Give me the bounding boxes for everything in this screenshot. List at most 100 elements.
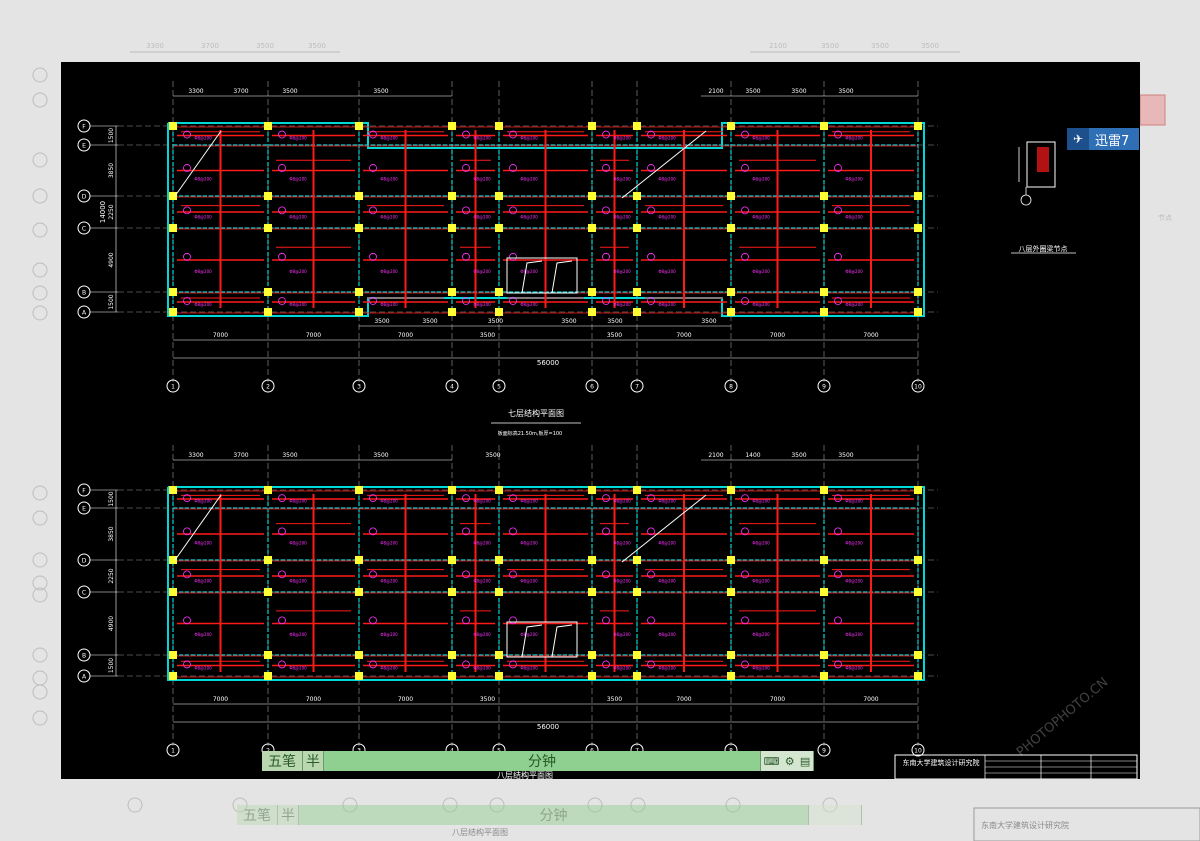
top-dimension-label: 3500 [485, 452, 500, 459]
ghost-dim-label: 3700 [201, 42, 219, 50]
column [820, 556, 828, 564]
bottom-dimension-label: 7000 [676, 332, 691, 339]
ghost-detail-caption: 节点 [1158, 214, 1172, 222]
top-dimension-label: 3300 [188, 88, 203, 95]
slab-mark [369, 206, 377, 215]
bottom-plan-total-dimension: 56000 [537, 723, 559, 731]
slab-mark [741, 297, 749, 305]
rebar-label: Φ8@200 [289, 269, 307, 274]
rebar-label: Φ8@200 [752, 135, 770, 140]
xunlei-bird-icon: ✈ [1067, 128, 1089, 150]
column [355, 122, 363, 130]
ime-half-ghost: 半 [278, 805, 299, 825]
rebar-label: Φ8@200 [473, 177, 491, 182]
column-axis-label: 10 [914, 384, 922, 391]
column [448, 308, 456, 316]
eave-detail-node [1011, 141, 1076, 254]
left-dimension-label: 1500 [108, 658, 115, 673]
column [355, 308, 363, 316]
column-axis-label: 6 [590, 384, 594, 391]
column [169, 308, 177, 316]
slab-mark [462, 206, 470, 215]
row-axis-label: A [82, 674, 87, 681]
column [495, 588, 503, 596]
rebar-label: Φ8@200 [752, 540, 770, 545]
ime-mode-button[interactable]: 五笔 [262, 751, 303, 771]
rebar-label: Φ8@200 [289, 499, 307, 504]
column [633, 308, 641, 316]
column [633, 486, 641, 494]
column-axis-label: 8 [729, 384, 733, 391]
rebar-label: Φ8@200 [658, 499, 676, 504]
column [588, 672, 596, 680]
column-axis-label: 9 [822, 384, 826, 391]
ime-tool-icons[interactable]: ⌨ ⚙ ▤ [761, 751, 814, 771]
rebar-label: Φ8@200 [613, 214, 631, 219]
rebar-label: Φ8@200 [194, 269, 212, 274]
slab-mark [602, 570, 610, 579]
bottom-dimension-label: 3500 [488, 318, 503, 325]
rebar-label: Φ8@200 [380, 269, 398, 274]
rebar-label: Φ8@200 [194, 135, 212, 140]
rebar-label: Φ8@200 [473, 666, 491, 671]
opening-diagonal [174, 130, 222, 197]
column [169, 192, 177, 200]
cad-viewport[interactable]: 七层结构平面图 板面标高21.50m,板厚=100 56000 14000 八层… [61, 62, 1140, 779]
column-axis-label: 7 [635, 384, 639, 391]
column [264, 192, 272, 200]
ghost-dim-label: 3500 [308, 42, 326, 50]
bottom-plan-title: 八层结构平面图 [497, 770, 553, 779]
bottom-dimension-label: 7000 [306, 332, 321, 339]
left-dimension-label: 3850 [108, 526, 115, 541]
rebar-label: Φ8@200 [752, 269, 770, 274]
rebar-label: Φ8@200 [473, 578, 491, 583]
ime-menu-icon[interactable]: ▤ [800, 755, 810, 768]
bottom-dimension-label: 3500 [422, 318, 437, 325]
rebar-label: Φ8@200 [520, 177, 538, 182]
rebar-label: Φ8@200 [752, 177, 770, 182]
rebar-label: Φ8@200 [613, 269, 631, 274]
ghost-title-text: 东南大学建筑设计研究院 [981, 820, 1069, 830]
column [495, 672, 503, 680]
plan-seventh-floor: F E D C B A 1 2 3 4 5 6 7 8 9 10 Φ8@200 Φ8@200 Φ8@200 Φ8@20… [77, 81, 938, 393]
rebar-label: Φ8@200 [289, 540, 307, 545]
slab-mark [183, 297, 191, 305]
ime-keyboard-icon[interactable]: ⌨ [764, 755, 780, 768]
slab-mark [278, 206, 286, 215]
column [820, 651, 828, 659]
rebar-label: Φ8@200 [752, 499, 770, 504]
top-dimension-label: 3500 [838, 88, 853, 95]
column-axis-label: 4 [450, 384, 454, 391]
rebar-label: Φ8@200 [380, 135, 398, 140]
ghost-plan-title: 八层结构平面图 [452, 827, 508, 837]
top-dimension-label: 3500 [745, 88, 760, 95]
slab-mark [602, 130, 610, 139]
top-dimension-label: 3700 [233, 452, 248, 459]
rebar-label: Φ8@200 [520, 632, 538, 637]
row-axis-label: D [82, 194, 87, 201]
column [495, 556, 503, 564]
column [355, 192, 363, 200]
slab-mark [462, 660, 470, 669]
ime-settings-icon[interactable]: ⚙ [785, 755, 795, 768]
rebar-label: Φ8@200 [613, 540, 631, 545]
rebar-label: Φ8@200 [520, 540, 538, 545]
slab-mark [741, 660, 749, 669]
column [727, 556, 735, 564]
rebar-label: Φ8@200 [289, 177, 307, 182]
column [633, 556, 641, 564]
column [727, 192, 735, 200]
rebar-label: Φ8@200 [845, 632, 863, 637]
ime-toolbar[interactable]: 五笔 半 分钟 ⌨ ⚙ ▤ [262, 751, 814, 771]
column [820, 192, 828, 200]
column [495, 308, 503, 316]
rebar-label: Φ8@200 [613, 666, 631, 671]
ime-half-width-button[interactable]: 半 [303, 751, 324, 771]
bottom-dimension-label: 7000 [398, 696, 413, 703]
rebar-label: Φ8@200 [473, 499, 491, 504]
bottom-dimension-label: 3500 [607, 696, 622, 703]
rebar-label: Φ8@200 [473, 269, 491, 274]
xunlei-float-widget[interactable]: ✈ 迅雷7 [1067, 128, 1139, 150]
column [633, 588, 641, 596]
rebar-label: Φ8@200 [520, 214, 538, 219]
